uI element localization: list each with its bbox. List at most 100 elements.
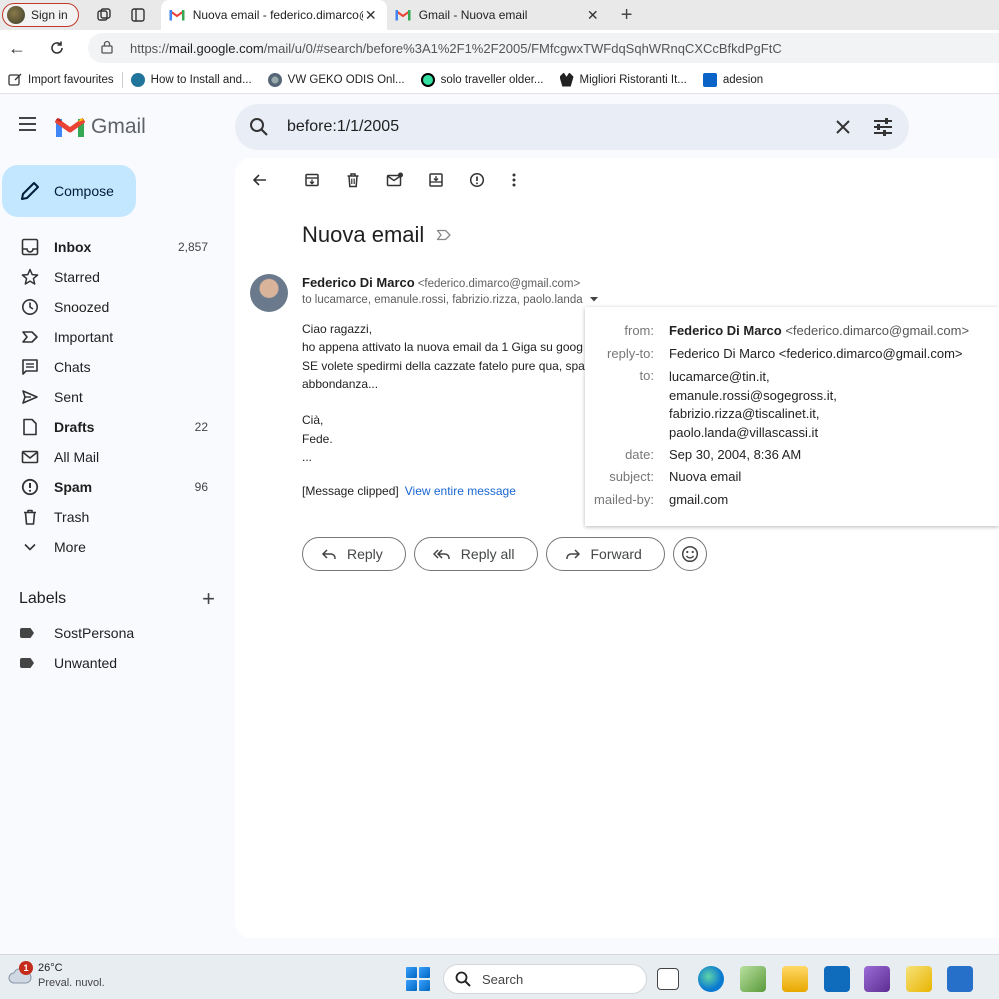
powershell-icon[interactable] [947,966,973,992]
search-icon [454,970,472,988]
new-tab-button[interactable]: + [621,4,633,27]
bull-icon [559,72,574,87]
temperature: 26°C [38,962,63,974]
search-options-icon[interactable] [871,115,895,139]
emoji-reaction-button[interactable] [672,537,707,571]
sender-line: Federico Di Marco <federico.dimarco@gmail… [302,275,580,290]
search-bar[interactable]: before:1/1/2005 [235,104,909,150]
back-icon[interactable]: ← [8,38,26,58]
archive-icon[interactable] [302,170,322,190]
gmail-icon [55,117,85,137]
label-icon [20,628,34,638]
recipients-list: to lucamarce, emanule.rossi, fabrizio.ri… [302,294,583,306]
sidebar-item-starred[interactable]: Starred [0,262,226,292]
delete-icon[interactable] [343,170,363,190]
add-label-button[interactable]: + [202,588,215,610]
tab-nuova-email[interactable]: Nuova email - federico.dimarco@ ✕ [160,0,387,30]
report-spam-icon[interactable] [467,170,487,190]
bookmark-how-to-install[interactable]: How to Install and... [123,72,260,87]
sidebar-item-inbox[interactable]: Inbox 2,857 [0,232,226,262]
weather-widget[interactable]: 1 26°C Preval. nuvol. [8,961,105,991]
close-tab-icon[interactable]: ✕ [363,7,379,24]
edge-icon[interactable] [698,966,724,992]
url-path: /mail/u/0/#search/before%3A1%2F1%2F2005/… [263,40,782,56]
email-subject: Nuova email [302,222,452,248]
send-icon [20,387,40,407]
view-entire-message-link[interactable]: View entire message [405,484,516,498]
move-to-icon[interactable] [426,170,446,190]
gmail-icon [395,10,411,21]
label-item-unwanted[interactable]: Unwanted [20,653,117,673]
url-host: mail.google.com [169,40,264,56]
mark-unread-icon[interactable] [385,170,405,190]
taskbar-search[interactable]: Search [443,964,647,994]
start-button[interactable] [406,967,430,991]
clear-search-icon[interactable] [831,115,855,139]
unread-count: 96 [194,480,208,494]
bookmark-migliori-ristoranti[interactable]: Migliori Ristoranti It... [552,72,695,87]
sidebar-item-snoozed[interactable]: Snoozed [0,292,226,322]
reply-all-button[interactable]: Reply all [413,537,538,571]
gmail-icon [169,10,185,21]
gear-icon [267,72,282,87]
reply-button[interactable]: Reply [302,537,406,571]
gmail-logo[interactable]: Gmail [55,115,146,139]
important-marker-icon[interactable] [436,222,452,248]
cloud-icon: 1 [8,961,33,987]
outlook-icon [702,72,717,87]
task-view-icon[interactable] [657,968,679,990]
forward-button[interactable]: Forward [545,537,665,571]
visual-studio-icon[interactable] [864,966,890,992]
from-name: Federico Di Marco [669,323,782,338]
compose-button[interactable]: Compose [2,165,136,217]
address-bar-row: ← https://mail.google.com/mail/u/0/#sear… [0,30,999,66]
file-explorer-icon[interactable] [782,966,808,992]
recipients-line: to lucamarce, emanule.rossi, fabrizio.ri… [302,294,599,306]
bookmark-adesion[interactable]: adesion [695,72,771,87]
inbox-icon [20,237,40,257]
sidebar-item-important[interactable]: Important [0,322,226,352]
bookmark-import-favourites[interactable]: Import favourites [0,73,122,87]
clock-icon [20,297,40,317]
sidebar-item-chats[interactable]: Chats [0,352,226,382]
sidebar-item-all-mail[interactable]: All Mail [0,442,226,472]
sidebar-item-drafts[interactable]: Drafts 22 [0,412,226,442]
forward-icon [565,549,580,559]
search-input[interactable]: before:1/1/2005 [287,118,831,136]
back-to-search-icon[interactable] [250,170,270,190]
bookmark-vw-geko[interactable]: VW GEKO ODIS Onl... [260,72,413,87]
sidebar-item-trash[interactable]: Trash [0,502,226,532]
show-details-icon[interactable] [589,294,599,306]
url-field[interactable]: https://mail.google.com/mail/u/0/#search… [88,33,999,63]
page-info-icon[interactable] [100,40,120,57]
wordpress-icon [130,72,145,87]
tab-gmail-nuova-email[interactable]: Gmail - Nuova email ✕ [387,0,609,30]
sidebar-item-spam[interactable]: Spam 96 [0,472,226,502]
from-email: <federico.dimarco@gmail.com> [785,323,970,338]
tab-title: Nuova email - federico.dimarco@ [192,8,363,22]
import-icon [8,73,22,87]
photos-app-icon[interactable] [740,966,766,992]
sidebar-item-more[interactable]: More [0,532,226,562]
tools-app-icon[interactable] [906,966,932,992]
main-menu-icon[interactable] [18,116,38,132]
chevron-down-icon [20,537,40,557]
bookmark-solo-traveller[interactable]: solo traveller older... [413,72,552,87]
search-icon[interactable] [247,115,271,139]
tab-actions-icon[interactable] [129,6,147,24]
more-options-icon[interactable] [504,170,524,190]
close-tab-icon[interactable]: ✕ [585,7,601,24]
sidebar-item-sent[interactable]: Sent [0,382,226,412]
details-mailed-by-row: mailed-by: gmail.com [594,492,729,507]
workspaces-icon[interactable] [95,6,113,24]
reload-icon[interactable] [48,39,66,57]
sender-name[interactable]: Federico Di Marco [302,275,415,290]
label-item-sostpersona[interactable]: SostPersona [20,623,134,643]
store-icon[interactable] [824,966,850,992]
sign-in-button[interactable]: Sign in [2,3,79,27]
gmail-header: Gmail before:1/1/2005 [0,94,999,158]
message-clipped-notice: [Message clipped] View entire message [302,484,516,498]
details-from-row: from: Federico Di Marco <federico.dimarc… [624,323,970,338]
sender-avatar[interactable] [250,274,288,312]
reply-all-icon [432,549,450,559]
